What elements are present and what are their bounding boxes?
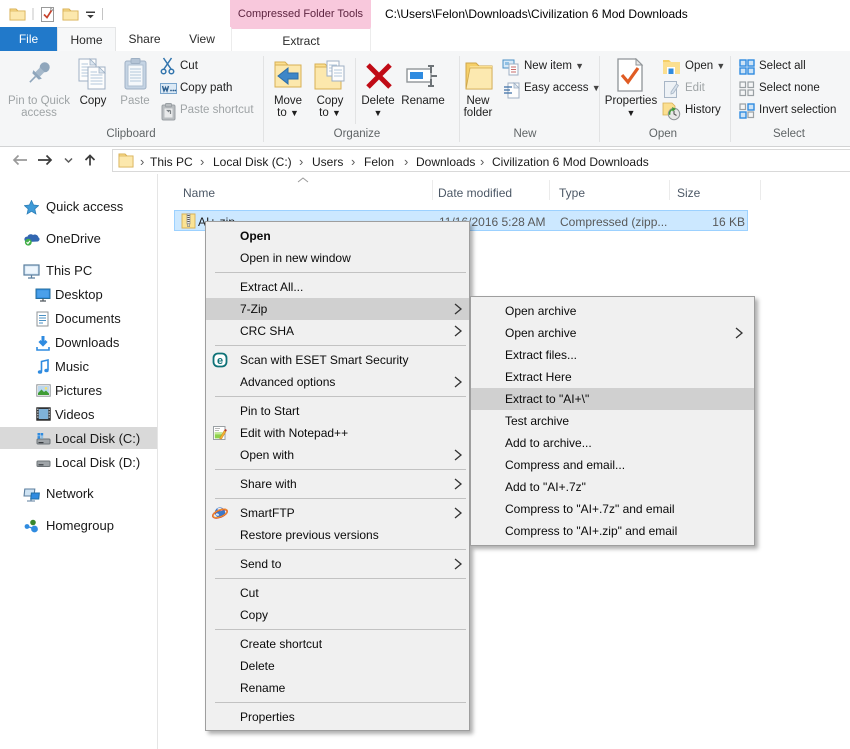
svg-text:e: e xyxy=(217,355,223,367)
